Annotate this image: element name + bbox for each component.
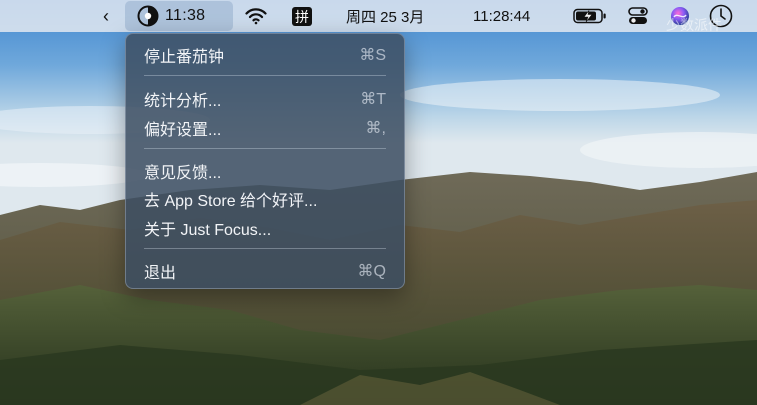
desktop: ‹ 11:38 拼 周四 25 3月 11:28:44 少数派件 停止番茄钟 ⌘… (0, 0, 757, 405)
pinyin-input-icon[interactable]: 拼 (292, 7, 312, 26)
chevron-left-icon[interactable]: ‹ (103, 0, 109, 32)
just-focus-menu: 停止番茄钟 ⌘S 统计分析... ⌘T 偏好设置... ⌘, 意见反馈... 去… (125, 33, 405, 289)
control-center-icon[interactable] (628, 0, 648, 32)
menu-item-shortcut: ⌘T (360, 91, 386, 108)
menu-item-label: 退出 (144, 265, 177, 282)
menu-item-preferences[interactable]: 偏好设置... ⌘, (126, 115, 404, 141)
menu-bar: ‹ 11:38 拼 周四 25 3月 11:28:44 (0, 0, 757, 32)
wifi-icon[interactable] (245, 0, 267, 32)
menu-item-stop-pomodoro[interactable]: 停止番茄钟 ⌘S (126, 42, 404, 68)
menu-item-label: 统计分析... (144, 93, 222, 110)
menu-item-label: 偏好设置... (144, 122, 222, 139)
just-focus-status-item[interactable]: 11:38 (125, 1, 233, 31)
menu-item-label: 去 App Store 给个好评... (144, 193, 318, 210)
menu-item-feedback[interactable]: 意见反馈... (126, 158, 404, 184)
battery-charging-icon[interactable] (573, 0, 607, 32)
menu-item-label: 意见反馈... (144, 165, 222, 182)
menu-separator (144, 148, 386, 149)
menu-item-label: 停止番茄钟 (144, 49, 225, 66)
menu-item-rate-app-store[interactable]: 去 App Store 给个好评... (126, 186, 404, 212)
menu-item-statistics[interactable]: 统计分析... ⌘T (126, 86, 404, 112)
focus-timer-icon (137, 5, 159, 27)
menu-item-about[interactable]: 关于 Just Focus... (126, 215, 404, 241)
menu-item-shortcut: ⌘S (359, 47, 386, 64)
menu-separator (144, 248, 386, 249)
menubar-date[interactable]: 周四 25 3月 (346, 0, 424, 32)
menubar-clock[interactable]: 11:28:44 (473, 0, 530, 32)
watermark: 少数派件 (666, 17, 722, 33)
menu-separator (144, 75, 386, 76)
focus-timer-text: 11:38 (165, 7, 206, 24)
menu-item-label: 关于 Just Focus... (144, 222, 272, 239)
menu-item-shortcut: ⌘, (365, 120, 386, 137)
menu-item-quit[interactable]: 退出 ⌘Q (126, 258, 404, 284)
menu-item-shortcut: ⌘Q (357, 263, 386, 280)
